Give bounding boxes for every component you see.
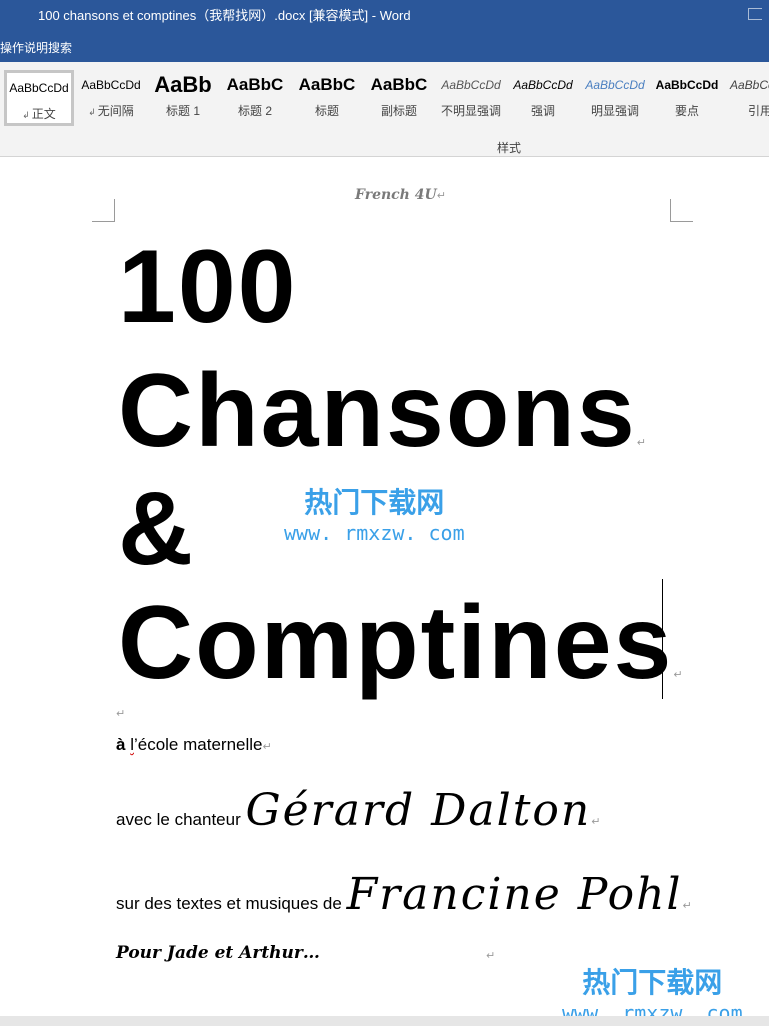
author-name: Francine Pohl [346,869,683,920]
style-subtle-emphasis[interactable]: AaBbCcDd 不明显强调 [436,70,506,126]
style-label: ↲ 无间隔 [88,104,134,118]
style-label: ↲ 正文 [22,107,56,121]
title-bar: 100 chansons et comptines（我帮找网）.docx [兼容… [0,0,769,32]
horizontal-scrollbar[interactable] [0,1016,769,1026]
crop-mark-right [670,199,693,222]
styles-group-label: 样式 [497,141,522,155]
style-sample: AaBbC [298,75,356,94]
styles-gallery: AaBbCcDd ↲ 正文 AaBbCcDd ↲ 无间隔 AaBb 标题 1 AaB… [0,68,769,130]
text-cursor [662,579,663,699]
style-label: 明显强调 [590,104,639,118]
line-ecole: à l’école maternelle↵ [116,735,272,754]
style-sample: AaBbCcDd [655,78,719,92]
style-label: 标题 2 [237,104,272,118]
tell-me-bar: 操作说明搜索 [0,32,769,62]
ribbon: AaBbCcDd ↲ 正文 AaBbCcDd ↲ 无间隔 AaBb 标题 1 AaB… [0,62,769,157]
style-strong[interactable]: AaBbCcDd 要点 [652,70,722,126]
style-no-spacing[interactable]: AaBbCcDd ↲ 无间隔 [76,70,146,126]
tell-me-search[interactable]: 操作说明搜索 [0,39,72,56]
title-line-4: Comptines↵ [118,585,685,701]
style-intense-emphasis[interactable]: AaBbCcDd 明显强调 [580,70,650,126]
style-sample: AaBb [154,72,212,97]
style-sample: AaBbCcDd [9,81,69,95]
line-chanteur: avec le chanteur Gérard Dalton↵ [116,785,601,836]
style-sample: AaBbC [370,75,428,94]
style-heading-1[interactable]: AaBb 标题 1 [148,70,218,126]
title-line-3: & [118,471,196,587]
style-label: 强调 [530,104,555,118]
style-sample: AaBbCcDd [513,78,573,92]
style-sample: AaBbCc [730,78,769,92]
style-label: 标题 1 [165,104,200,118]
window-title: 100 chansons et comptines（我帮找网）.docx [兼容… [38,8,411,23]
singer-name: Gérard Dalton [245,785,592,836]
line-pour: Pour Jade et Arthur… [116,943,320,963]
paragraph-mark-icon: ↲ [88,107,96,117]
style-sample: AaBbCcDd [81,78,141,92]
style-label: 引用 [748,104,769,118]
watermark-center: 热门下载网 www. rmxzw. com [284,487,465,545]
style-label: 副标题 [380,104,417,118]
crop-mark-left [92,199,115,222]
line-textes: sur des textes et musiques de Francine P… [116,869,692,920]
style-sample: AaBbC [226,75,284,94]
style-heading-2[interactable]: AaBbC 标题 2 [220,70,290,126]
style-normal[interactable]: AaBbCcDd ↲ 正文 [4,70,74,126]
restore-icon[interactable] [748,8,762,20]
style-sample: AaBbCcDd [441,78,501,92]
style-sample: AaBbCcDd [585,78,645,92]
page-header: French 4U↵ [355,187,446,203]
title-line-2: Chansons↵ [118,353,648,469]
style-label: 要点 [674,104,699,118]
document-page[interactable]: French 4U↵ 100 Chansons↵ & Comptines↵ ↵ … [0,157,769,1026]
style-label: 不明显强调 [440,104,501,118]
style-quote[interactable]: AaBbCc 引用 [724,70,769,126]
paragraph-mark: ↵ [486,949,496,962]
style-emphasis[interactable]: AaBbCcDd 强调 [508,70,578,126]
style-title[interactable]: AaBbC 标题 [292,70,362,126]
paragraph-mark-icon: ↲ [22,110,30,120]
title-line-1: 100 [118,229,298,345]
style-subtitle[interactable]: AaBbC 副标题 [364,70,434,126]
empty-paragraph-mark: ↵ [116,707,126,720]
style-label: 标题 [314,104,339,118]
